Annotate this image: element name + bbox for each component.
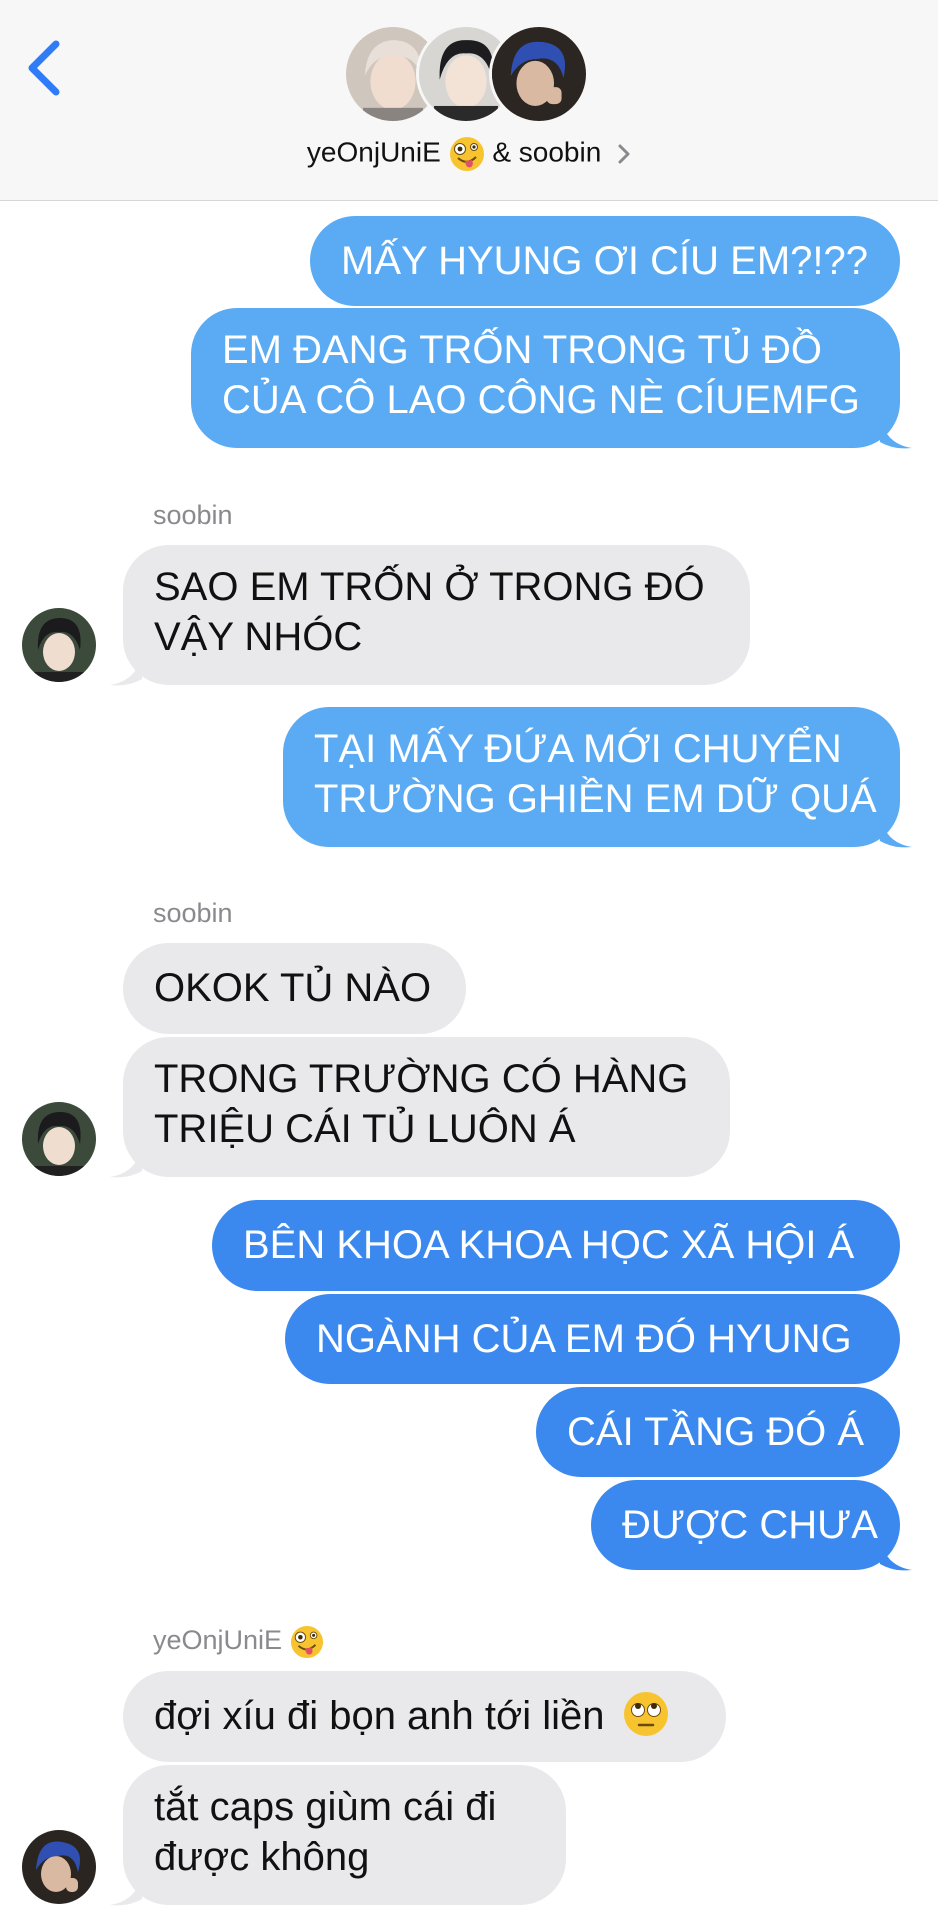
sender-name: yeOnjUniE: [153, 1625, 324, 1659]
message-bubble-received[interactable]: đợi xíu đi bọn anh tới liền: [123, 1671, 726, 1762]
title-rest: & soobin: [492, 136, 602, 168]
message-bubble-received[interactable]: SAO EM TRỐN Ở TRONG ĐÓ VẬY NHÓC: [123, 545, 750, 685]
message-bubble-sent[interactable]: ĐƯỢC CHƯA: [591, 1480, 900, 1570]
sender-name: soobin: [153, 898, 233, 928]
zany-face-emoji: [290, 1625, 323, 1659]
avatar-soobin[interactable]: [22, 1102, 96, 1176]
message-bubble-sent[interactable]: TẠI MẤY ĐỨA MỚI CHUYỂN TRƯỜNG GHIỀN EM D…: [283, 707, 900, 847]
bubble-tail: [880, 418, 912, 449]
message-text: CỦA CÔ LAO CÔNG NÈ CÍUEMFG: [222, 378, 860, 422]
message-text: tắt caps giùm cái đi: [154, 1785, 497, 1829]
message-bubble-sent[interactable]: CÁI TẦNG ĐÓ Á: [536, 1387, 900, 1477]
bubble-tail: [110, 1147, 142, 1178]
message-text: SAO EM TRỐN Ở TRONG ĐÓ: [154, 565, 705, 609]
message-text: TRIỆU CÁI TỦ LUÔN Á: [154, 1107, 576, 1151]
eye-roll-emoji: [623, 1692, 668, 1737]
message-bubble-received[interactable]: OKOK TỦ NÀO: [123, 943, 466, 1034]
message-text: NGÀNH CỦA EM ĐÓ HYUNG: [316, 1317, 852, 1361]
conversation-title[interactable]: yeOnjUniE & soobin: [0, 136, 938, 172]
message-bubble-received[interactable]: tắt caps giùm cái đi được không: [123, 1765, 566, 1905]
message-text: TẠI MẤY ĐỨA MỚI CHUYỂN: [314, 727, 842, 771]
bubble-tail: [110, 655, 142, 686]
bubble-tail: [880, 817, 912, 848]
message-bubble-received[interactable]: TRONG TRƯỜNG CÓ HÀNG TRIỆU CÁI TỦ LUÔN Á: [123, 1037, 730, 1177]
message-text: OKOK TỦ NÀO: [154, 966, 432, 1010]
sender-name: soobin: [153, 500, 233, 530]
zany-face-emoji: [449, 137, 484, 171]
back-button[interactable]: [24, 38, 68, 98]
avatar-member-3: [489, 24, 589, 124]
message-text: BÊN KHOA KHOA HỌC XÃ HỘI Á: [243, 1223, 855, 1267]
chat-header: yeOnjUniE & soobin: [0, 0, 938, 201]
message-bubble-sent[interactable]: BÊN KHOA KHOA HỌC XÃ HỘI Á: [212, 1200, 900, 1291]
avatar-yeonjunie[interactable]: [22, 1830, 96, 1904]
message-bubble-sent[interactable]: MẤY HYUNG ƠI CÍU EM?!??: [310, 216, 900, 306]
title-name-1: yeOnjUniE: [306, 136, 441, 168]
bubble-tail: [110, 1875, 142, 1906]
message-text: được không: [154, 1835, 370, 1879]
message-text: VẬY NHÓC: [154, 615, 363, 659]
sender-name-text: yeOnjUniE: [153, 1625, 283, 1656]
bubble-tail: [880, 1540, 912, 1571]
chevron-left-icon: [28, 40, 60, 96]
message-bubble-sent[interactable]: NGÀNH CỦA EM ĐÓ HYUNG: [285, 1294, 900, 1384]
message-text: ĐƯỢC CHƯA: [622, 1503, 878, 1547]
message-text: TRONG TRƯỜNG CÓ HÀNG: [154, 1057, 689, 1101]
message-text: CÁI TẦNG ĐÓ Á: [567, 1410, 865, 1454]
group-avatars[interactable]: [343, 24, 593, 129]
chevron-right-icon: [618, 144, 630, 164]
message-text: EM ĐANG TRỐN TRONG TỦ ĐỒ: [222, 328, 823, 372]
message-text: đợi xíu đi bọn anh tới liền: [154, 1691, 695, 1741]
message-text: TRƯỜNG GHIỀN EM DỮ QUÁ: [314, 777, 877, 821]
avatar-soobin[interactable]: [22, 608, 96, 682]
message-text: MẤY HYUNG ƠI CÍU EM?!??: [341, 239, 869, 283]
message-bubble-sent[interactable]: EM ĐANG TRỐN TRONG TỦ ĐỒ CỦA CÔ LAO CÔNG…: [191, 308, 900, 448]
message-text-part: đợi xíu đi bọn anh tới liền: [154, 1694, 605, 1738]
